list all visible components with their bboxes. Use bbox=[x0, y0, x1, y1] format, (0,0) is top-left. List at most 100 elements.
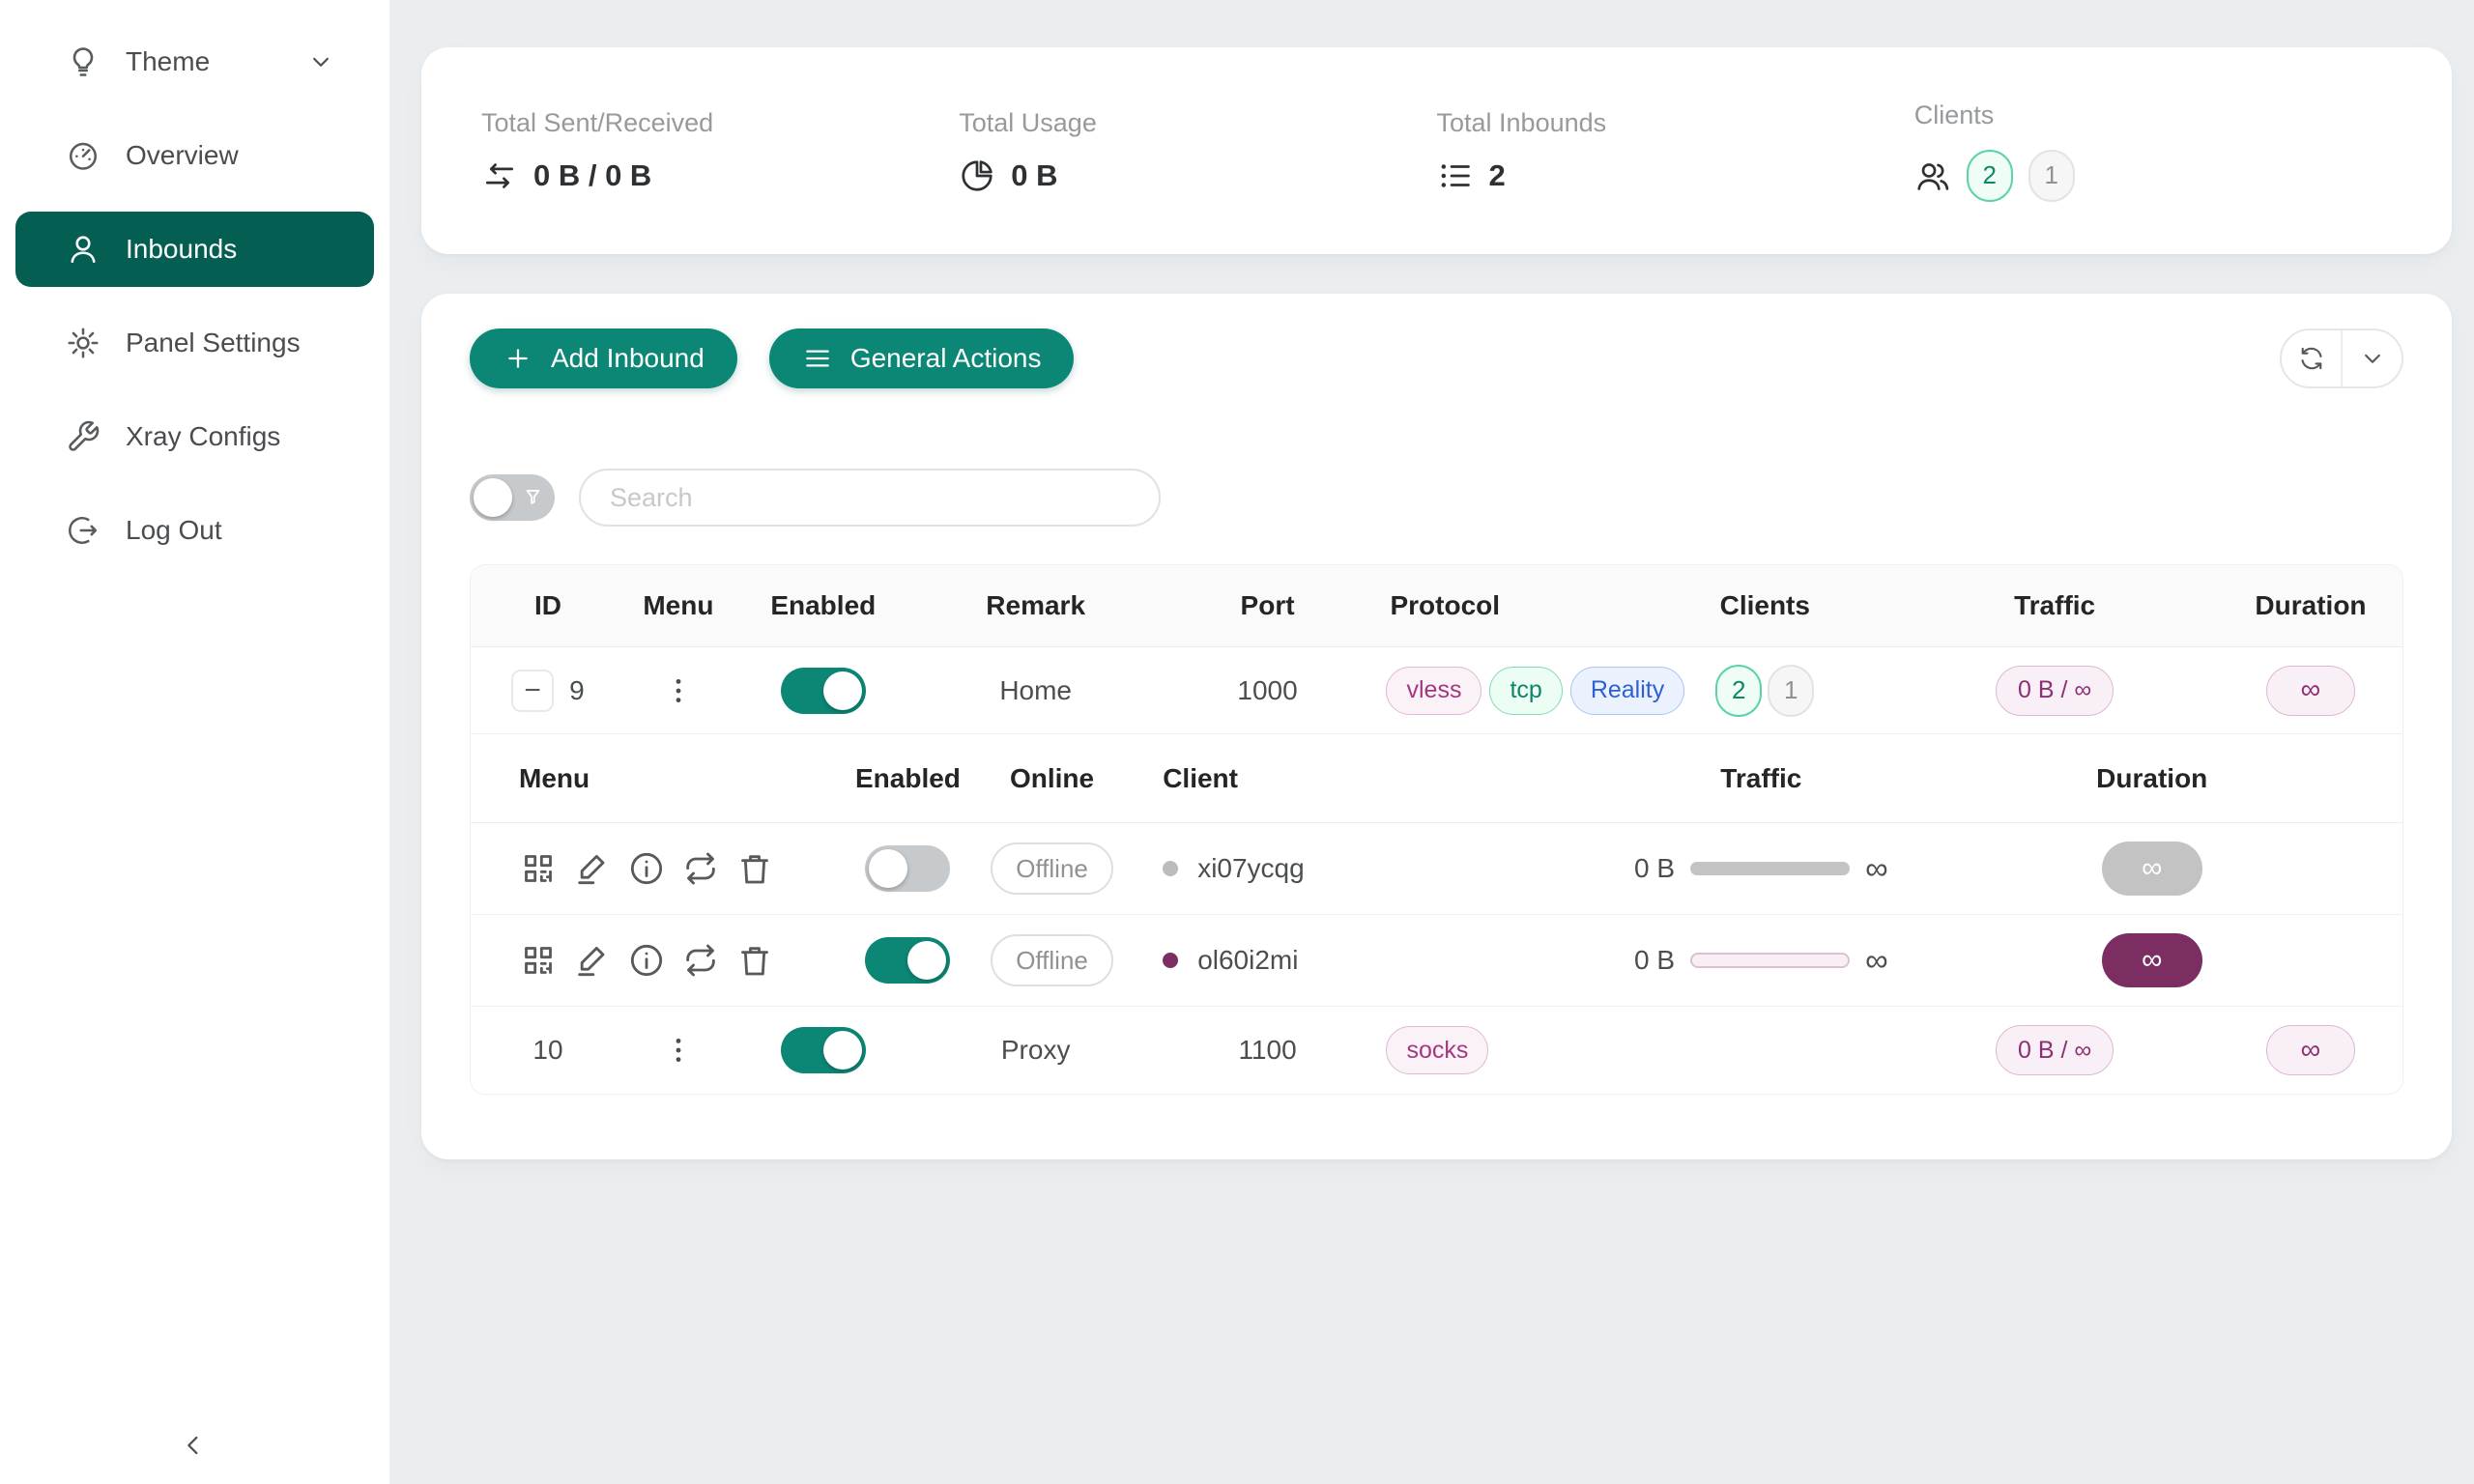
refresh-split-button bbox=[2280, 328, 2403, 388]
user-icon bbox=[66, 232, 101, 267]
sidebar-item-label: Log Out bbox=[126, 515, 222, 546]
client-name: ol60i2mi bbox=[1197, 945, 1298, 976]
edit-client-button[interactable] bbox=[573, 941, 612, 980]
stat-label: Total Sent/Received bbox=[481, 108, 959, 138]
repeat-icon bbox=[681, 941, 720, 980]
reset-traffic-button[interactable] bbox=[681, 941, 720, 980]
refresh-button[interactable] bbox=[2282, 330, 2341, 386]
general-actions-button[interactable]: General Actions bbox=[769, 328, 1075, 388]
inbound-row-10: 10 Proxy 1100 socks 0 B / ∞ ∞ bbox=[471, 1007, 2402, 1094]
client-col-client: Client bbox=[1138, 734, 1593, 822]
stat-label: Clients bbox=[1914, 100, 2392, 130]
info-icon bbox=[627, 849, 666, 888]
sidebar-item-panel-settings[interactable]: Panel Settings bbox=[15, 305, 374, 381]
inbound-id: 9 bbox=[569, 675, 585, 706]
ellipsis-menu-icon[interactable] bbox=[662, 1034, 695, 1067]
repeat-icon bbox=[681, 849, 720, 888]
clients-online-badge: 2 bbox=[1967, 150, 2013, 202]
filter-toggle[interactable] bbox=[470, 474, 555, 521]
duration-pill: ∞ bbox=[2102, 842, 2202, 896]
sidebar-item-overview[interactable]: Overview bbox=[15, 118, 374, 193]
client-col-duration: Duration bbox=[1930, 734, 2374, 822]
inbounds-table: ID Menu Enabled Remark Port Protocol Cli… bbox=[470, 564, 2403, 1095]
theme-selector[interactable]: Theme bbox=[15, 24, 374, 100]
stat-total-sent-received: Total Sent/Received 0 B / 0 B bbox=[481, 108, 959, 194]
add-inbound-label: Add Inbound bbox=[551, 343, 705, 374]
funnel-icon bbox=[521, 485, 546, 510]
sidebar-item-xray-configs[interactable]: Xray Configs bbox=[15, 399, 374, 474]
traffic-used: 0 B bbox=[1634, 945, 1675, 976]
stat-total-inbounds: Total Inbounds 2 bbox=[1437, 108, 1914, 194]
client-info-button[interactable] bbox=[627, 849, 666, 888]
traffic-pill: 0 B / ∞ bbox=[1996, 666, 2114, 716]
table-header-row: ID Menu Enabled Remark Port Protocol Cli… bbox=[471, 565, 2402, 647]
col-header-enabled: Enabled bbox=[732, 565, 915, 646]
logout-icon bbox=[66, 513, 101, 548]
general-actions-label: General Actions bbox=[850, 343, 1042, 374]
col-header-duration: Duration bbox=[2219, 565, 2402, 646]
stat-value: 0 B bbox=[1011, 158, 1057, 193]
sidebar-item-label: Overview bbox=[126, 140, 239, 171]
online-status-badge: Offline bbox=[991, 842, 1113, 895]
clients-deactivated-badge: 1 bbox=[2028, 150, 2075, 202]
search-input[interactable] bbox=[579, 469, 1161, 527]
client-color-dot bbox=[1163, 953, 1178, 968]
list-icon bbox=[1437, 157, 1474, 194]
add-inbound-button[interactable]: Add Inbound bbox=[470, 328, 737, 388]
chevron-left-icon bbox=[178, 1430, 209, 1461]
sidebar: Theme Overview Inbounds Panel Settings X… bbox=[0, 0, 389, 1484]
sidebar-item-log-out[interactable]: Log Out bbox=[15, 493, 374, 568]
col-header-clients: Clients bbox=[1639, 565, 1890, 646]
traffic-cap: ∞ bbox=[1865, 850, 1888, 887]
col-header-protocol: Protocol bbox=[1378, 565, 1639, 646]
client-col-online: Online bbox=[965, 734, 1138, 822]
protocol-tag: vless bbox=[1386, 667, 1482, 715]
inbound-port: 1100 bbox=[1157, 1007, 1379, 1094]
traffic-progress-bar bbox=[1690, 953, 1850, 968]
traffic-cap: ∞ bbox=[1865, 942, 1888, 979]
toggle-knob bbox=[474, 478, 512, 517]
qr-code-button[interactable] bbox=[519, 849, 558, 888]
search-row bbox=[470, 469, 2403, 527]
sidebar-item-inbounds[interactable]: Inbounds bbox=[15, 212, 374, 287]
collapse-row-button[interactable]: − bbox=[511, 670, 554, 712]
stat-value: 2 bbox=[1489, 158, 1506, 193]
stats-card: Total Sent/Received 0 B / 0 B Total Usag… bbox=[421, 47, 2452, 254]
refresh-interval-dropdown[interactable] bbox=[2341, 330, 2402, 386]
traffic-pill: 0 B / ∞ bbox=[1996, 1025, 2114, 1075]
col-header-remark: Remark bbox=[915, 565, 1157, 646]
main-content: Total Sent/Received 0 B / 0 B Total Usag… bbox=[389, 0, 2474, 1484]
sidebar-item-label: Inbounds bbox=[126, 234, 237, 265]
client-col-menu: Menu bbox=[519, 734, 850, 822]
gauge-icon bbox=[66, 138, 101, 173]
qr-code-icon bbox=[519, 941, 558, 980]
edit-client-button[interactable] bbox=[573, 849, 612, 888]
client-enabled-toggle[interactable] bbox=[865, 845, 950, 892]
toolbar: Add Inbound General Actions bbox=[470, 328, 2403, 388]
reset-traffic-button[interactable] bbox=[681, 849, 720, 888]
qr-code-button[interactable] bbox=[519, 941, 558, 980]
client-info-button[interactable] bbox=[627, 941, 666, 980]
bulb-icon bbox=[66, 44, 101, 79]
delete-client-button[interactable] bbox=[735, 849, 774, 888]
trash-icon bbox=[735, 941, 774, 980]
inbound-remark: Proxy bbox=[915, 1007, 1157, 1094]
pencil-icon bbox=[573, 849, 612, 888]
client-enabled-toggle[interactable] bbox=[865, 937, 950, 984]
inbound-enabled-toggle[interactable] bbox=[781, 668, 866, 714]
transport-tag: tcp bbox=[1489, 667, 1562, 715]
info-icon bbox=[627, 941, 666, 980]
inbound-enabled-toggle[interactable] bbox=[781, 1027, 866, 1073]
gear-icon bbox=[66, 326, 101, 360]
sidebar-item-label: Panel Settings bbox=[126, 328, 301, 358]
col-header-menu: Menu bbox=[625, 565, 732, 646]
inbound-row-9: − 9 Home 1000 vless tcp Reality 2 1 bbox=[471, 647, 2402, 734]
sidebar-item-label: Xray Configs bbox=[126, 421, 280, 452]
traffic-used: 0 B bbox=[1634, 853, 1675, 884]
chevron-down-icon bbox=[2358, 344, 2387, 373]
delete-client-button[interactable] bbox=[735, 941, 774, 980]
ellipsis-menu-icon[interactable] bbox=[662, 674, 695, 707]
sidebar-collapse-button[interactable] bbox=[172, 1424, 215, 1467]
online-status-badge: Offline bbox=[991, 934, 1113, 986]
wrench-icon bbox=[66, 419, 101, 454]
